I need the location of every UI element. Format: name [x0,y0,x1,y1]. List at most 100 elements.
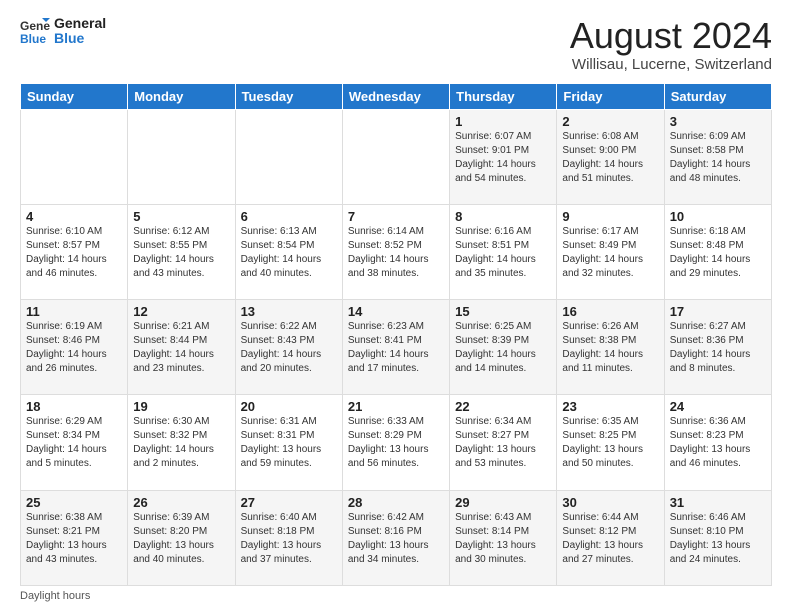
day-info: Sunrise: 6:34 AM Sunset: 8:27 PM Dayligh… [455,415,551,471]
calendar-day-cell: 10Sunrise: 6:18 AM Sunset: 8:48 PM Dayli… [664,204,771,299]
calendar-day-cell: 30Sunrise: 6:44 AM Sunset: 8:12 PM Dayli… [557,490,664,585]
day-info: Sunrise: 6:21 AM Sunset: 8:44 PM Dayligh… [133,320,229,376]
day-info: Sunrise: 6:18 AM Sunset: 8:48 PM Dayligh… [670,225,766,281]
day-info: Sunrise: 6:09 AM Sunset: 8:58 PM Dayligh… [670,130,766,186]
calendar-header-row: SundayMondayTuesdayWednesdayThursdayFrid… [21,83,772,109]
weekday-header: Monday [128,83,235,109]
calendar-day-cell: 5Sunrise: 6:12 AM Sunset: 8:55 PM Daylig… [128,204,235,299]
calendar-day-cell: 17Sunrise: 6:27 AM Sunset: 8:36 PM Dayli… [664,300,771,395]
day-number: 29 [455,495,551,510]
svg-text:Blue: Blue [20,32,46,46]
weekday-header: Tuesday [235,83,342,109]
location: Willisau, Lucerne, Switzerland [570,56,772,73]
calendar-day-cell [128,109,235,204]
calendar-day-cell: 16Sunrise: 6:26 AM Sunset: 8:38 PM Dayli… [557,300,664,395]
day-number: 22 [455,399,551,414]
weekday-header: Sunday [21,83,128,109]
day-number: 17 [670,304,766,319]
day-info: Sunrise: 6:33 AM Sunset: 8:29 PM Dayligh… [348,415,444,471]
calendar-day-cell: 9Sunrise: 6:17 AM Sunset: 8:49 PM Daylig… [557,204,664,299]
calendar-day-cell: 8Sunrise: 6:16 AM Sunset: 8:51 PM Daylig… [450,204,557,299]
day-info: Sunrise: 6:46 AM Sunset: 8:10 PM Dayligh… [670,511,766,567]
calendar-day-cell: 26Sunrise: 6:39 AM Sunset: 8:20 PM Dayli… [128,490,235,585]
day-number: 11 [26,304,122,319]
day-number: 20 [241,399,337,414]
logo-line1: General [54,16,106,31]
day-info: Sunrise: 6:22 AM Sunset: 8:43 PM Dayligh… [241,320,337,376]
calendar-day-cell: 18Sunrise: 6:29 AM Sunset: 8:34 PM Dayli… [21,395,128,490]
day-info: Sunrise: 6:36 AM Sunset: 8:23 PM Dayligh… [670,415,766,471]
day-number: 16 [562,304,658,319]
day-number: 24 [670,399,766,414]
weekday-header: Saturday [664,83,771,109]
day-info: Sunrise: 6:39 AM Sunset: 8:20 PM Dayligh… [133,511,229,567]
logo: General Blue General Blue [20,16,106,47]
day-number: 23 [562,399,658,414]
day-info: Sunrise: 6:16 AM Sunset: 8:51 PM Dayligh… [455,225,551,281]
day-number: 1 [455,114,551,129]
day-info: Sunrise: 6:27 AM Sunset: 8:36 PM Dayligh… [670,320,766,376]
calendar-day-cell: 19Sunrise: 6:30 AM Sunset: 8:32 PM Dayli… [128,395,235,490]
day-info: Sunrise: 6:07 AM Sunset: 9:01 PM Dayligh… [455,130,551,186]
calendar-day-cell: 7Sunrise: 6:14 AM Sunset: 8:52 PM Daylig… [342,204,449,299]
day-info: Sunrise: 6:30 AM Sunset: 8:32 PM Dayligh… [133,415,229,471]
day-info: Sunrise: 6:43 AM Sunset: 8:14 PM Dayligh… [455,511,551,567]
calendar-day-cell: 3Sunrise: 6:09 AM Sunset: 8:58 PM Daylig… [664,109,771,204]
day-number: 15 [455,304,551,319]
day-info: Sunrise: 6:26 AM Sunset: 8:38 PM Dayligh… [562,320,658,376]
calendar-day-cell: 21Sunrise: 6:33 AM Sunset: 8:29 PM Dayli… [342,395,449,490]
day-number: 19 [133,399,229,414]
day-number: 31 [670,495,766,510]
calendar-day-cell: 22Sunrise: 6:34 AM Sunset: 8:27 PM Dayli… [450,395,557,490]
title-section: August 2024 Willisau, Lucerne, Switzerla… [570,16,772,73]
day-info: Sunrise: 6:42 AM Sunset: 8:16 PM Dayligh… [348,511,444,567]
calendar-day-cell: 1Sunrise: 6:07 AM Sunset: 9:01 PM Daylig… [450,109,557,204]
day-number: 9 [562,209,658,224]
calendar-day-cell [235,109,342,204]
day-number: 14 [348,304,444,319]
calendar-day-cell: 15Sunrise: 6:25 AM Sunset: 8:39 PM Dayli… [450,300,557,395]
calendar-day-cell: 29Sunrise: 6:43 AM Sunset: 8:14 PM Dayli… [450,490,557,585]
calendar-week-row: 1Sunrise: 6:07 AM Sunset: 9:01 PM Daylig… [21,109,772,204]
weekday-header: Thursday [450,83,557,109]
calendar-day-cell: 28Sunrise: 6:42 AM Sunset: 8:16 PM Dayli… [342,490,449,585]
weekday-header: Friday [557,83,664,109]
day-number: 30 [562,495,658,510]
day-number: 27 [241,495,337,510]
calendar-day-cell: 25Sunrise: 6:38 AM Sunset: 8:21 PM Dayli… [21,490,128,585]
month-title: August 2024 [570,16,772,56]
calendar-day-cell [342,109,449,204]
day-number: 3 [670,114,766,129]
day-number: 18 [26,399,122,414]
day-info: Sunrise: 6:31 AM Sunset: 8:31 PM Dayligh… [241,415,337,471]
calendar-day-cell [21,109,128,204]
calendar-day-cell: 20Sunrise: 6:31 AM Sunset: 8:31 PM Dayli… [235,395,342,490]
calendar-day-cell: 2Sunrise: 6:08 AM Sunset: 9:00 PM Daylig… [557,109,664,204]
day-info: Sunrise: 6:08 AM Sunset: 9:00 PM Dayligh… [562,130,658,186]
day-info: Sunrise: 6:40 AM Sunset: 8:18 PM Dayligh… [241,511,337,567]
day-number: 7 [348,209,444,224]
day-info: Sunrise: 6:17 AM Sunset: 8:49 PM Dayligh… [562,225,658,281]
day-number: 6 [241,209,337,224]
day-info: Sunrise: 6:13 AM Sunset: 8:54 PM Dayligh… [241,225,337,281]
logo-icon: General Blue [20,16,50,46]
page: General Blue General Blue August 2024 Wi… [0,0,792,612]
day-number: 13 [241,304,337,319]
day-info: Sunrise: 6:35 AM Sunset: 8:25 PM Dayligh… [562,415,658,471]
calendar-day-cell: 13Sunrise: 6:22 AM Sunset: 8:43 PM Dayli… [235,300,342,395]
day-number: 2 [562,114,658,129]
day-info: Sunrise: 6:29 AM Sunset: 8:34 PM Dayligh… [26,415,122,471]
day-number: 10 [670,209,766,224]
header: General Blue General Blue August 2024 Wi… [20,16,772,73]
calendar-day-cell: 11Sunrise: 6:19 AM Sunset: 8:46 PM Dayli… [21,300,128,395]
day-info: Sunrise: 6:19 AM Sunset: 8:46 PM Dayligh… [26,320,122,376]
calendar-day-cell: 23Sunrise: 6:35 AM Sunset: 8:25 PM Dayli… [557,395,664,490]
calendar-day-cell: 14Sunrise: 6:23 AM Sunset: 8:41 PM Dayli… [342,300,449,395]
calendar-day-cell: 24Sunrise: 6:36 AM Sunset: 8:23 PM Dayli… [664,395,771,490]
day-info: Sunrise: 6:10 AM Sunset: 8:57 PM Dayligh… [26,225,122,281]
day-number: 25 [26,495,122,510]
day-info: Sunrise: 6:38 AM Sunset: 8:21 PM Dayligh… [26,511,122,567]
day-info: Sunrise: 6:14 AM Sunset: 8:52 PM Dayligh… [348,225,444,281]
calendar-week-row: 18Sunrise: 6:29 AM Sunset: 8:34 PM Dayli… [21,395,772,490]
day-number: 12 [133,304,229,319]
